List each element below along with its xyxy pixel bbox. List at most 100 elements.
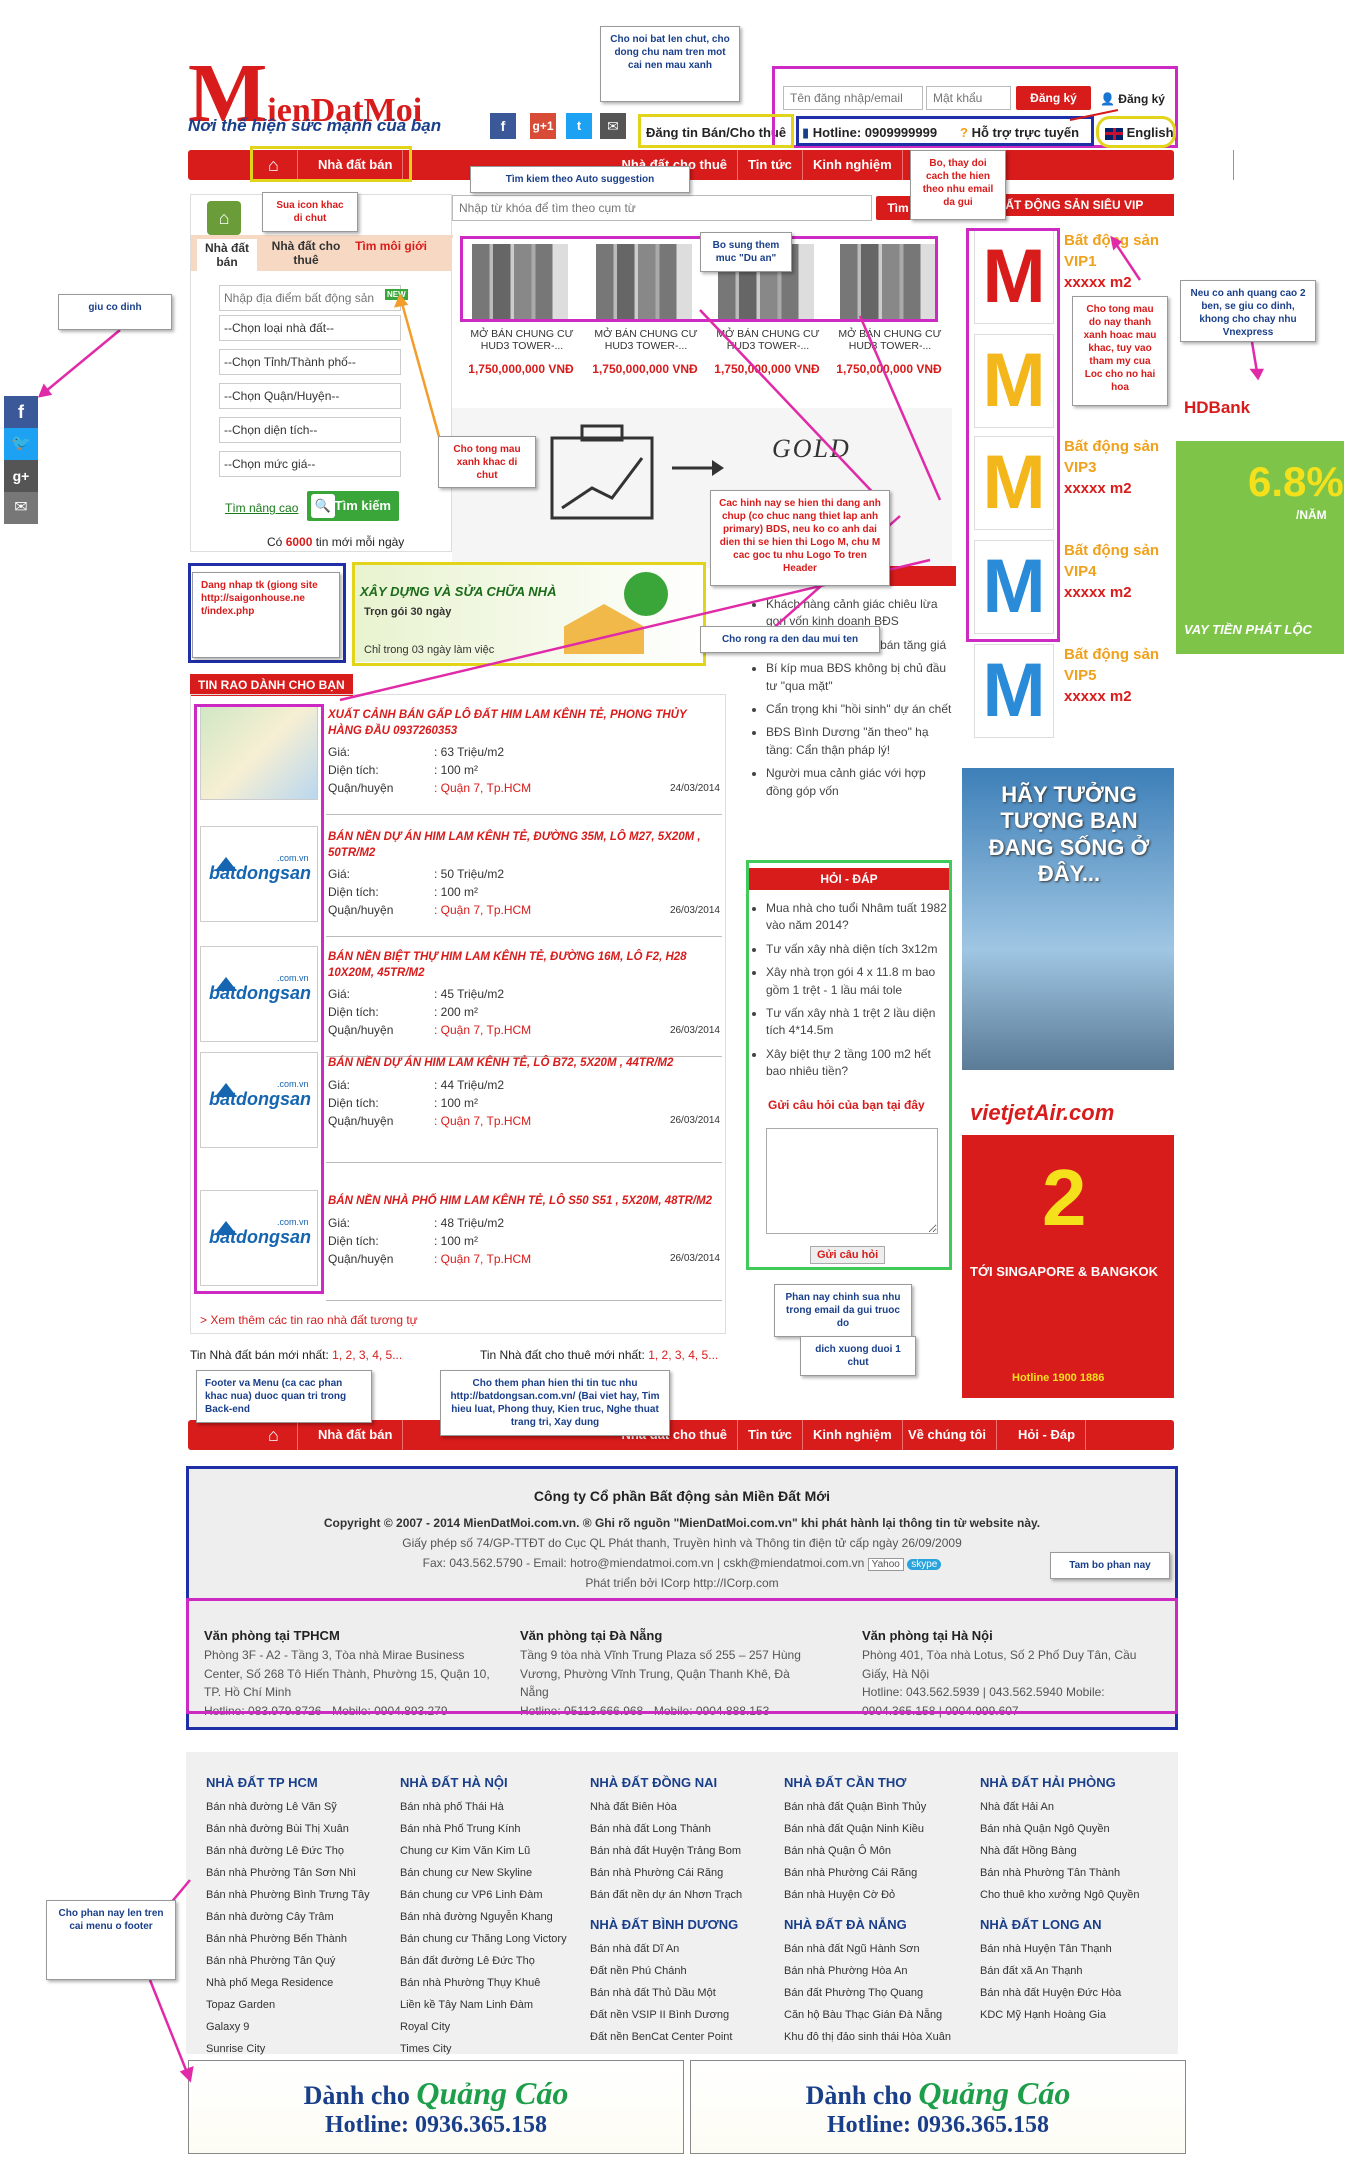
- footer-link[interactable]: Bán nhà đất Huyện Trảng Bom: [590, 1840, 780, 1862]
- footer-link[interactable]: Nhà đất Hồng Bàng: [980, 1840, 1170, 1862]
- place-input[interactable]: [219, 285, 401, 311]
- footer-nav-experience[interactable]: Kinh nghiệm: [803, 1420, 903, 1450]
- google-plus-icon[interactable]: g+: [4, 460, 38, 492]
- footer-link[interactable]: KDC Mỹ Hạnh Hoàng Gia: [980, 2004, 1170, 2026]
- placeholder-ad[interactable]: HÃY TƯỞNG TƯỢNG BẠN ĐANG SỐNG Ở ĐÂY...: [962, 768, 1174, 1070]
- vip-listing[interactable]: Bất động sản VIP5 xxxxx m2: [1064, 644, 1174, 707]
- tab-broker[interactable]: Tìm môi giới: [351, 239, 431, 253]
- footer-link[interactable]: Bán nhà đường Bùi Thị Xuân: [206, 1818, 396, 1840]
- footer-link-column-title[interactable]: NHÀ ĐẤT CẦN THƠ: [784, 1770, 974, 1796]
- select-district[interactable]: --Chọn Quận/Huyện--: [219, 383, 401, 409]
- footer-link[interactable]: Nhà đất Hải An: [980, 1796, 1170, 1818]
- twitter-icon[interactable]: t: [566, 113, 592, 139]
- select-property-type[interactable]: --Chọn loại nhà đất--: [219, 315, 401, 341]
- listing-title[interactable]: XUẤT CẢNH BÁN GẤP LÔ ĐẤT HIM LAM KÊNH TẺ…: [328, 708, 720, 739]
- footer-link[interactable]: Bán nhà Phường Tân Thành: [980, 1862, 1170, 1884]
- facebook-icon[interactable]: f: [490, 113, 516, 139]
- footer-nav-sell[interactable]: Nhà đất bán: [308, 1420, 404, 1450]
- select-province[interactable]: --Chọn Tỉnh/Thành phố--: [219, 349, 401, 375]
- footer-link[interactable]: Bán nhà phố Thái Hà: [400, 1796, 590, 1818]
- footer-link[interactable]: Bán đất đường Lê Đức Thọ: [400, 1950, 590, 1972]
- advanced-search-link[interactable]: Tìm nâng cao: [225, 501, 298, 515]
- footer-link[interactable]: Đất nền Phú Chánh: [590, 1960, 780, 1982]
- listing-title[interactable]: BÁN NỀN NHÀ PHỐ HIM LAM KÊNH TẺ, LÔ S50 …: [328, 1194, 720, 1210]
- footer-link[interactable]: Cho thuê kho xưởng Ngô Quyền: [980, 1884, 1170, 1906]
- logo[interactable]: MienDatMoi Nơi thể hiện sức mạnh của bạn: [188, 52, 478, 142]
- footer-link[interactable]: Bán nhà đất Thủ Dầu Một: [590, 1982, 780, 2004]
- bottom-ad-banner[interactable]: Dành cho Quảng Cáo Hotline: 0936.365.158: [690, 2060, 1186, 2154]
- footer-link[interactable]: Bán nhà Phường Bến Thành: [206, 1928, 396, 1950]
- tab-sell[interactable]: Nhà đất bán: [197, 239, 257, 271]
- footer-link[interactable]: Bán nhà Phường Bình Trưng Tây: [206, 1884, 396, 1906]
- footer-link[interactable]: Bán nhà đất Ngũ Hành Sơn: [784, 1938, 974, 1960]
- footer-link[interactable]: Căn hộ Bàu Thạc Gián Đà Nẵng: [784, 2004, 974, 2026]
- tab-rent[interactable]: Nhà đất cho thuê: [271, 239, 341, 267]
- footer-link[interactable]: Galaxy 9: [206, 2016, 396, 2038]
- news-item[interactable]: Cẩn trọng khi "hồi sinh" dự án chết: [766, 701, 952, 718]
- news-item[interactable]: Bí kíp mua BĐS không bị chủ đầu tư "qua …: [766, 660, 952, 695]
- nav-item-news[interactable]: Tin tức: [738, 150, 803, 180]
- footer-link-column-title[interactable]: NHÀ ĐẤT TP HCM: [206, 1770, 396, 1796]
- footer-link[interactable]: Topaz Garden: [206, 1994, 396, 2016]
- footer-link[interactable]: Bán đất xã An Thạnh: [980, 1960, 1170, 1982]
- footer-link[interactable]: Bán nhà đất Dĩ An: [590, 1938, 780, 1960]
- select-price[interactable]: --Chọn mức giá--: [219, 451, 401, 477]
- footer-nav-about[interactable]: Về chúng tôi: [898, 1420, 997, 1450]
- footer-link[interactable]: Nhà phố Mega Residence: [206, 1972, 396, 1994]
- footer-link[interactable]: Bán nhà Quận Ngô Quyền: [980, 1818, 1170, 1840]
- footer-link[interactable]: Bán nhà Phường Thụy Khuê: [400, 1972, 590, 1994]
- footer-link[interactable]: Bán nhà Phường Hòa An: [784, 1960, 974, 1982]
- footer-link[interactable]: Đất nền BenCat Center Point: [590, 2026, 780, 2048]
- listing-title[interactable]: BÁN NỀN DỰ ÁN HIM LAM KÊNH TẺ, LÔ B72, 5…: [328, 1056, 720, 1072]
- footer-link[interactable]: Bán nhà Phố Trung Kính: [400, 1818, 590, 1840]
- news-item[interactable]: BĐS Bình Dương "ăn theo" hạ tầng: Cẩn th…: [766, 724, 952, 759]
- footer-link[interactable]: Đất nền VSIP II Bình Dương: [590, 2004, 780, 2026]
- pager-rent-pages[interactable]: 1, 2, 3, 4, 5...: [648, 1348, 718, 1362]
- search-button[interactable]: 🔍 Tìm kiếm: [307, 491, 399, 521]
- email-icon[interactable]: ✉: [4, 492, 38, 524]
- bottom-ad-banner[interactable]: Dành cho Quảng Cáo Hotline: 0936.365.158: [188, 2060, 684, 2154]
- footer-link[interactable]: Bán nhà đường Nguyễn Khang: [400, 1906, 590, 1928]
- footer-link[interactable]: Liền kề Tây Nam Linh Đàm: [400, 1994, 590, 2016]
- footer-link-column-title[interactable]: NHÀ ĐẤT LONG AN: [980, 1912, 1170, 1938]
- footer-link[interactable]: Sunrise City: [206, 2038, 396, 2060]
- footer-link[interactable]: Bán nhà Phường Tân Sơn Nhì: [206, 1862, 396, 1884]
- vip-m-logo-icon[interactable]: M: [974, 644, 1054, 738]
- facebook-icon[interactable]: f: [4, 396, 38, 428]
- footer-link[interactable]: Bán đất Phường Thọ Quang: [784, 1982, 974, 2004]
- keyword-input[interactable]: [452, 195, 872, 221]
- hdbank-ad[interactable]: HDBank 6.8% /NĂM VAY TIỀN PHÁT LỘC: [1176, 388, 1344, 654]
- pager-sell-pages[interactable]: 1, 2, 3, 4, 5...: [332, 1348, 402, 1362]
- footer-nav-faq[interactable]: Hỏi - Đáp: [1008, 1420, 1087, 1450]
- footer-link[interactable]: Bán nhà Quận Ô Môn: [784, 1840, 974, 1862]
- footer-link[interactable]: Bán nhà đất Huyện Đức Hòa: [980, 1982, 1170, 2004]
- footer-link-column-title[interactable]: NHÀ ĐẤT HÀ NỘI: [400, 1770, 590, 1796]
- footer-link[interactable]: Chung cư Kim Văn Kim Lũ: [400, 1840, 590, 1862]
- nav-item-faq[interactable]: Hỏi - Đáp: [1188, 150, 1234, 232]
- footer-link[interactable]: Bán chung cư Thăng Long Victory: [400, 1928, 590, 1950]
- footer-link[interactable]: Bán nhà Huyện Tân Thạnh: [980, 1938, 1170, 1960]
- nav-item-experience[interactable]: Kinh nghiệm: [803, 150, 903, 180]
- footer-link[interactable]: Bán đất nền dự án Nhơn Trạch: [590, 1884, 780, 1906]
- footer-link[interactable]: Khu đô thị đảo sinh thái Hòa Xuân: [784, 2026, 974, 2048]
- footer-link[interactable]: Bán nhà đường Cây Trâm: [206, 1906, 396, 1928]
- select-area[interactable]: --Chọn diện tích--: [219, 417, 401, 443]
- footer-link[interactable]: Bán nhà đất Quận Bình Thủy: [784, 1796, 974, 1818]
- vip-listing[interactable]: Bất động sản VIP3 xxxxx m2: [1064, 436, 1174, 499]
- footer-link-column-title[interactable]: NHÀ ĐẤT HẢI PHÒNG: [980, 1770, 1170, 1796]
- footer-home-icon[interactable]: ⌂: [258, 1420, 298, 1450]
- footer-link-column-title[interactable]: NHÀ ĐẤT BÌNH DƯƠNG: [590, 1912, 780, 1938]
- footer-link-column-title[interactable]: NHÀ ĐẤT ĐÀ NẴNG: [784, 1912, 974, 1938]
- footer-link[interactable]: Bán nhà đất Long Thành: [590, 1818, 780, 1840]
- more-listings-link[interactable]: > Xem thêm các tin rao nhà đất tương tự: [200, 1313, 418, 1327]
- footer-link[interactable]: Bán nhà đường Lê Văn Sỹ: [206, 1796, 396, 1818]
- vip-listing[interactable]: Bất động sản VIP1 xxxxx m2: [1064, 230, 1174, 293]
- news-item[interactable]: Người mua cảnh giác với hợp đồng góp vốn: [766, 765, 952, 800]
- footer-link[interactable]: Times City: [400, 2038, 590, 2060]
- footer-nav-news[interactable]: Tin tức: [738, 1420, 803, 1450]
- twitter-icon[interactable]: 🐦: [4, 428, 38, 460]
- footer-link[interactable]: Royal City: [400, 2016, 590, 2038]
- footer-link[interactable]: Bán nhà Phường Cái Răng: [784, 1862, 974, 1884]
- footer-link[interactable]: Bán chung cư New Skyline: [400, 1862, 590, 1884]
- vietjet-ad[interactable]: vietjetAir.com 2 TỚI SINGAPORE & BANGKOK…: [962, 1092, 1174, 1398]
